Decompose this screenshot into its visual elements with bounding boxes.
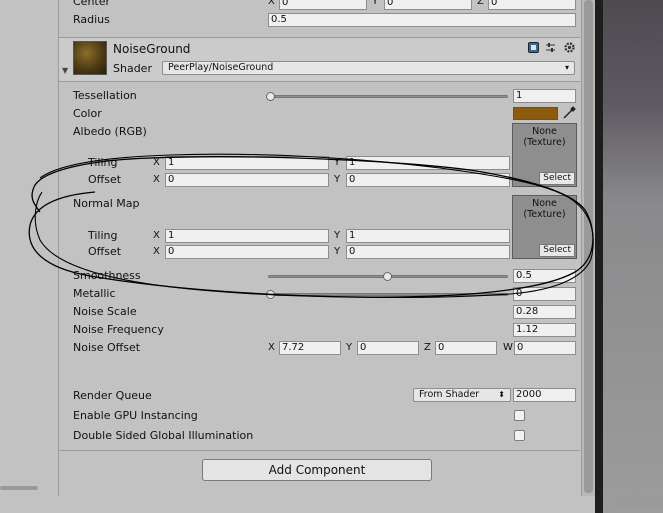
tessellation-slider-track[interactable] xyxy=(270,95,508,98)
noise-scale-field[interactable]: 0.28 xyxy=(513,305,576,319)
normal-texture-slot[interactable]: None (Texture) Select xyxy=(512,195,577,259)
gpu-instancing-label: Enable GPU Instancing xyxy=(73,409,198,422)
albedo-offset-label: Offset xyxy=(88,173,122,186)
tessellation-slider-knob[interactable] xyxy=(266,92,275,101)
normal-offset-x-label: X xyxy=(153,246,160,257)
albedo-offset-y-field[interactable]: 0 xyxy=(346,173,510,187)
double-sided-gi-label: Double Sided Global Illumination xyxy=(73,429,254,442)
gpu-instancing-checkbox[interactable] xyxy=(514,410,525,421)
noise-offset-label: Noise Offset xyxy=(73,341,141,354)
noise-scale-label: Noise Scale xyxy=(73,305,137,318)
albedo-offset-x-label: X xyxy=(153,174,160,185)
shader-value: PeerPlay/NoiseGround xyxy=(168,62,274,73)
normal-tiling-x-label: X xyxy=(153,230,160,241)
noise-offset-y-label: Y xyxy=(346,342,353,353)
albedo-tiling-y-field[interactable]: 1 xyxy=(346,156,510,170)
inspector-scroll-thumb[interactable] xyxy=(584,0,593,493)
color-label: Color xyxy=(73,107,102,120)
normal-tiling-label: Tiling xyxy=(88,229,118,242)
albedo-tiling-y-label: Y xyxy=(334,157,341,168)
radius-label: Radius xyxy=(73,13,110,26)
chevron-down-icon: ▾ xyxy=(564,63,569,72)
metallic-label: Metallic xyxy=(73,287,116,300)
render-queue-field[interactable]: 2000 xyxy=(513,388,576,402)
center-label: Center xyxy=(73,0,111,8)
tessellation-label: Tessellation xyxy=(73,89,137,102)
add-component-button[interactable]: Add Component xyxy=(202,459,432,481)
scene-scrollbar[interactable] xyxy=(614,500,663,508)
albedo-label: Albedo (RGB) xyxy=(73,125,147,138)
render-queue-mode: From Shader xyxy=(419,389,480,400)
noise-offset-w-field[interactable]: 0 xyxy=(514,341,576,355)
center-z-field[interactable]: 0 xyxy=(488,0,576,10)
preset-icon[interactable] xyxy=(545,42,556,53)
chevron-updown-icon: ⬍ xyxy=(498,390,505,399)
scene-view-edge xyxy=(603,0,663,513)
smoothness-slider-knob[interactable] xyxy=(383,272,392,281)
double-sided-gi-checkbox[interactable] xyxy=(514,430,525,441)
color-swatch[interactable] xyxy=(513,107,558,120)
center-y-field[interactable]: 0 xyxy=(384,0,472,10)
noise-offset-x-field[interactable]: 7.72 xyxy=(279,341,341,355)
material-name: NoiseGround xyxy=(113,42,191,56)
render-queue-label: Render Queue xyxy=(73,389,152,402)
smoothness-label: Smoothness xyxy=(73,269,141,282)
noise-frequency-field[interactable]: 1.12 xyxy=(513,323,576,337)
albedo-tiling-x-field[interactable]: 1 xyxy=(165,156,329,170)
normal-select-button[interactable]: Select xyxy=(539,244,575,257)
smoothness-field[interactable]: 0.5 xyxy=(513,269,576,283)
divider xyxy=(59,450,580,451)
albedo-offset-x-field[interactable]: 0 xyxy=(165,173,329,187)
normal-tiling-y-label: Y xyxy=(334,230,341,241)
hierarchy-scrollbar[interactable] xyxy=(0,486,38,490)
center-x-label: X xyxy=(268,0,275,7)
albedo-select-button[interactable]: Select xyxy=(539,172,575,185)
shader-label: Shader xyxy=(113,62,152,75)
window-divider xyxy=(595,0,603,513)
metallic-slider-track[interactable] xyxy=(268,293,508,296)
center-y-label: Y xyxy=(372,0,379,7)
noise-offset-w-label: W xyxy=(503,342,513,353)
normal-offset-y-label: Y xyxy=(334,246,341,257)
normal-offset-x-field[interactable]: 0 xyxy=(165,245,329,259)
noise-offset-z-label: Z xyxy=(424,342,431,353)
center-z-label: Z xyxy=(477,0,484,7)
normal-offset-label: Offset xyxy=(88,245,122,258)
normal-tiling-x-field[interactable]: 1 xyxy=(165,229,329,243)
radius-field[interactable]: 0.5 xyxy=(268,13,576,27)
noise-offset-y-field[interactable]: 0 xyxy=(357,341,419,355)
normal-tex-type: (Texture) xyxy=(523,209,566,220)
eyedropper-icon[interactable] xyxy=(562,106,576,120)
albedo-texture-slot[interactable]: None (Texture) Select xyxy=(512,123,577,187)
metallic-slider-knob[interactable] xyxy=(266,290,275,299)
albedo-tiling-x-label: X xyxy=(153,157,160,168)
center-x-field[interactable]: 0 xyxy=(279,0,367,10)
albedo-tex-type: (Texture) xyxy=(523,137,566,148)
noise-offset-x-label: X xyxy=(268,342,275,353)
inspector-bottom xyxy=(0,496,603,513)
hierarchy-panel-edge xyxy=(0,0,58,513)
tessellation-field[interactable]: 1 xyxy=(513,89,576,103)
albedo-tex-none: None xyxy=(532,126,557,137)
material-preview-thumbnail[interactable] xyxy=(73,41,107,75)
foldout-arrow-icon[interactable]: ▼ xyxy=(62,66,68,75)
metallic-field[interactable]: 0 xyxy=(513,287,576,301)
noise-offset-z-field[interactable]: 0 xyxy=(435,341,497,355)
normal-tiling-y-field[interactable]: 1 xyxy=(346,229,510,243)
book-icon[interactable] xyxy=(528,42,539,53)
normal-map-label: Normal Map xyxy=(73,197,140,210)
albedo-offset-y-label: Y xyxy=(334,174,341,185)
noise-frequency-label: Noise Frequency xyxy=(73,323,164,336)
gear-icon[interactable] xyxy=(563,41,576,54)
albedo-tiling-label: Tiling xyxy=(88,156,118,169)
render-queue-dropdown[interactable]: From Shader ⬍ xyxy=(413,388,511,402)
shader-dropdown[interactable]: PeerPlay/NoiseGround ▾ xyxy=(162,61,575,75)
normal-offset-y-field[interactable]: 0 xyxy=(346,245,510,259)
normal-tex-none: None xyxy=(532,198,557,209)
